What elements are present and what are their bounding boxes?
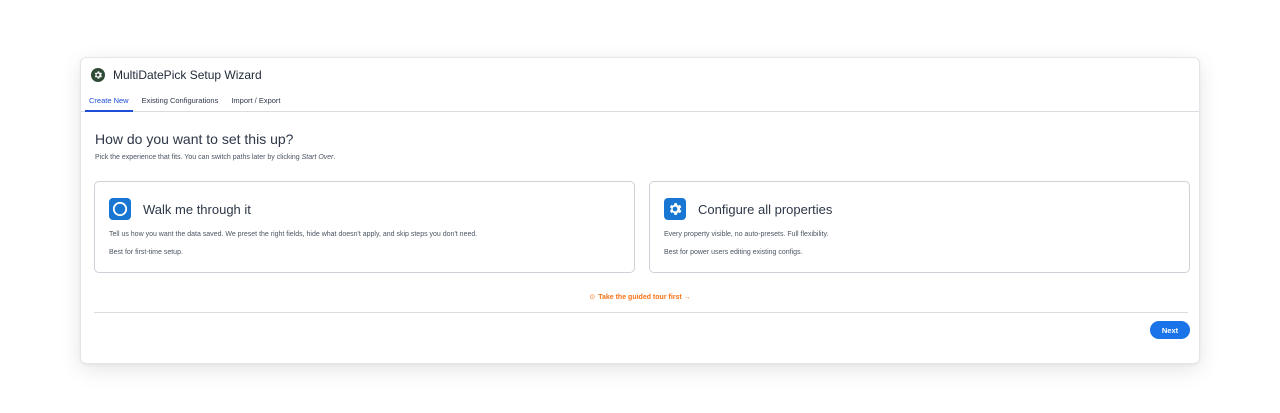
card-title: Walk me through it <box>143 202 251 217</box>
subtitle-end: . <box>333 154 336 161</box>
page-title: How do you want to set this up? <box>95 131 294 147</box>
card-note: Best for first-time setup. <box>109 249 183 256</box>
card-note: Best for power users editing existing co… <box>664 249 803 256</box>
card-description: Every property visible, no auto-presets.… <box>664 231 829 238</box>
start-over-emphasis: Start Over <box>301 154 334 161</box>
gear-icon <box>91 68 105 82</box>
configure-all-card[interactable]: Configure all properties Every property … <box>649 181 1190 273</box>
walk-me-through-card[interactable]: Walk me through it Tell us how you want … <box>94 181 635 273</box>
footer-divider <box>94 312 1188 313</box>
subtitle-text: Pick the experience that fits. You can s… <box>95 154 302 161</box>
guided-tour-label: Take the guided tour first → <box>598 294 691 301</box>
titlebar: MultiDatePick Setup Wizard <box>91 67 262 83</box>
tab-bar: Create New Existing Configurations Impor… <box>81 92 1199 112</box>
setup-wizard-panel: MultiDatePick Setup Wizard Create New Ex… <box>80 57 1200 364</box>
window-title: MultiDatePick Setup Wizard <box>113 68 262 82</box>
page-subtitle: Pick the experience that fits. You can s… <box>95 154 335 161</box>
guided-tour-link[interactable]: ⊙ Take the guided tour first → <box>81 293 1199 301</box>
circle-icon <box>109 198 131 220</box>
next-button[interactable]: Next <box>1150 321 1190 339</box>
gear-icon <box>664 198 686 220</box>
tab-existing-configurations[interactable]: Existing Configurations <box>138 92 223 112</box>
tab-create-new[interactable]: Create New <box>85 92 133 112</box>
card-title: Configure all properties <box>698 202 833 217</box>
target-icon: ⊙ <box>589 294 596 301</box>
tab-import-export[interactable]: Import / Export <box>227 92 284 112</box>
card-description: Tell us how you want the data saved. We … <box>109 231 478 238</box>
